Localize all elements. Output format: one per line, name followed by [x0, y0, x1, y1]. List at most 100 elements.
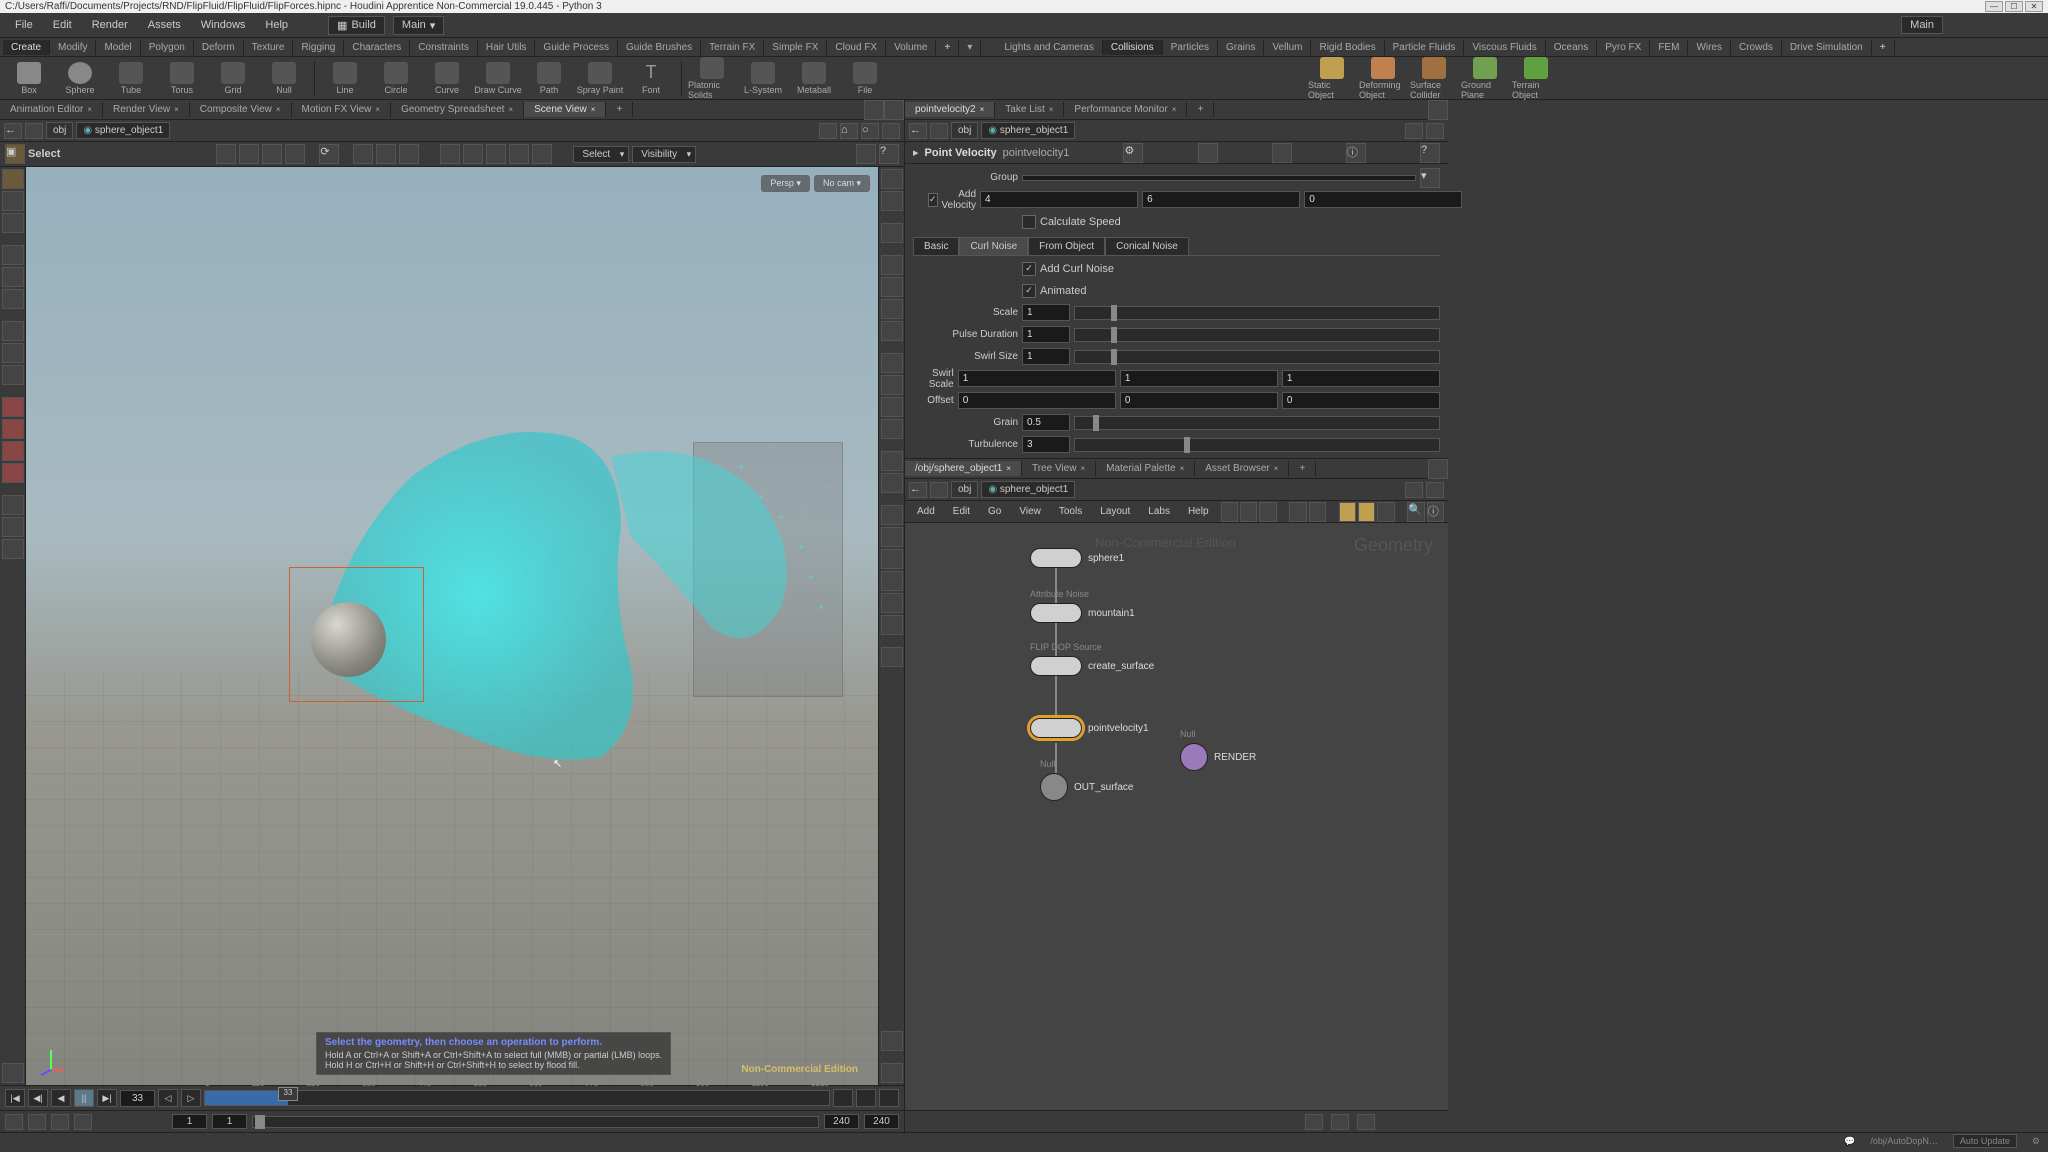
- slider-pulse[interactable]: [1074, 328, 1440, 342]
- select-icon[interactable]: [2, 169, 24, 189]
- rt-8-icon[interactable]: [881, 375, 903, 395]
- shelf-add-tab[interactable]: +: [936, 40, 959, 55]
- input-grain[interactable]: 0.5: [1022, 414, 1070, 431]
- input-offset-x[interactable]: 0: [958, 392, 1116, 409]
- tool-box[interactable]: Box: [5, 62, 53, 95]
- param-name[interactable]: pointvelocity1: [1003, 147, 1070, 159]
- param-path-node[interactable]: ◉ sphere_object1: [981, 122, 1075, 139]
- timeline-track[interactable]: 1110220 330440550 660770880 99011001210 …: [204, 1090, 830, 1106]
- tool-groundplane[interactable]: Ground Plane: [1461, 57, 1509, 100]
- playhead[interactable]: 33: [278, 1087, 298, 1101]
- menu-edit[interactable]: Edit: [43, 16, 82, 34]
- menu-render[interactable]: Render: [82, 16, 138, 34]
- rt-7-icon[interactable]: [881, 353, 903, 373]
- shelf-tab-cloudfx[interactable]: Cloud FX: [827, 40, 886, 55]
- pane-max-tr-icon[interactable]: [1428, 100, 1448, 120]
- current-frame-input[interactable]: 33: [120, 1090, 155, 1107]
- input-swirl[interactable]: 1: [1022, 348, 1070, 365]
- range-track[interactable]: [252, 1116, 819, 1128]
- snap-point-icon[interactable]: [239, 144, 259, 164]
- net-square-icon[interactable]: [1259, 502, 1276, 522]
- param-b2-icon[interactable]: [1272, 143, 1292, 163]
- tool-sphere[interactable]: Sphere: [56, 62, 104, 95]
- param-info-icon[interactable]: ⓘ: [1346, 143, 1366, 163]
- rt-13-icon[interactable]: [881, 505, 903, 525]
- persp-dropdown[interactable]: Persp ▾: [761, 175, 810, 192]
- shelf-tab-hairutils[interactable]: Hair Utils: [478, 40, 536, 55]
- rb-2-icon[interactable]: [28, 1114, 46, 1130]
- netmenu-layout[interactable]: Layout: [1092, 504, 1138, 519]
- close-button[interactable]: ✕: [2025, 1, 2043, 12]
- rt-3-icon[interactable]: [881, 255, 903, 275]
- tab-animation-editor[interactable]: Animation Editor×: [0, 102, 103, 117]
- status-opt-icon[interactable]: ⚙: [2032, 1136, 2040, 1147]
- visibility-dropdown[interactable]: Visibility: [632, 146, 696, 163]
- tool-circle[interactable]: Circle: [372, 62, 420, 95]
- range-rend-input[interactable]: 240: [824, 1114, 859, 1129]
- pin-icon[interactable]: [819, 123, 837, 139]
- shelf-tab-drivesim[interactable]: Drive Simulation: [1782, 40, 1872, 55]
- tool-torus[interactable]: Torus: [158, 62, 206, 95]
- rt-19-icon[interactable]: [881, 647, 903, 667]
- light-5-icon[interactable]: [532, 144, 552, 164]
- display-3-icon[interactable]: [399, 144, 419, 164]
- net-list-icon[interactable]: [1240, 502, 1257, 522]
- shelf-tab-particlefluids[interactable]: Particle Fluids: [1385, 40, 1465, 55]
- tl-opt1-icon[interactable]: [833, 1089, 853, 1107]
- netmenu-tools[interactable]: Tools: [1051, 504, 1090, 519]
- param-pin-icon[interactable]: [1405, 123, 1423, 139]
- param-help-icon[interactable]: ?: [1420, 143, 1440, 163]
- input-scale[interactable]: 1: [1022, 304, 1070, 321]
- ptab-curlnoise[interactable]: Curl Noise: [959, 237, 1028, 255]
- input-swirlscale-z[interactable]: 1: [1282, 370, 1440, 387]
- tab-asset-browser[interactable]: Asset Browser×: [1195, 461, 1289, 476]
- forward-button[interactable]: [25, 123, 43, 139]
- shelf-tab-vellum[interactable]: Vellum: [1264, 40, 1311, 55]
- node-pointvelocity1[interactable]: pointvelocity1: [1030, 718, 1149, 738]
- check-calcspeed[interactable]: [1022, 215, 1036, 229]
- options-icon[interactable]: [2, 1063, 24, 1083]
- param-b1-icon[interactable]: [1198, 143, 1218, 163]
- scale-icon[interactable]: [2, 289, 24, 309]
- tab-material-palette[interactable]: Material Palette×: [1096, 461, 1195, 476]
- shelf-tab-model[interactable]: Model: [96, 40, 140, 55]
- rt-4-icon[interactable]: [881, 277, 903, 297]
- netmenu-edit[interactable]: Edit: [945, 504, 978, 519]
- rt-opts-icon[interactable]: [881, 1063, 903, 1083]
- shelf-tab-simplefx[interactable]: Simple FX: [764, 40, 827, 55]
- shelf-tab-crowds[interactable]: Crowds: [1731, 40, 1782, 55]
- rt-1-icon[interactable]: [881, 169, 903, 189]
- rt-info-icon[interactable]: [881, 1031, 903, 1051]
- netmenu-add[interactable]: Add: [909, 504, 943, 519]
- pane-max-icon[interactable]: [884, 100, 904, 120]
- net-c2-icon[interactable]: [1309, 502, 1326, 522]
- shelf-tab-grains[interactable]: Grains: [1218, 40, 1264, 55]
- net-info-icon[interactable]: ⓘ: [1427, 502, 1444, 522]
- tool-spraypaint[interactable]: Spray Paint: [576, 62, 624, 95]
- light-4-icon[interactable]: [509, 144, 529, 164]
- tool-drawcurve[interactable]: Draw Curve: [474, 62, 522, 95]
- lasso-icon[interactable]: [2, 191, 24, 211]
- tool-b-icon[interactable]: [2, 343, 24, 363]
- rb-r1-icon[interactable]: [1305, 1114, 1323, 1130]
- menu-windows[interactable]: Windows: [191, 16, 256, 34]
- net-img-icon[interactable]: [1377, 502, 1394, 522]
- circle-icon[interactable]: ○: [861, 123, 879, 139]
- pane-max-br-icon[interactable]: [1428, 459, 1448, 479]
- net-path-node[interactable]: ◉ sphere_object1: [981, 481, 1075, 498]
- next-key-button[interactable]: ▷: [181, 1089, 201, 1107]
- check-animated[interactable]: ✓: [1022, 284, 1036, 298]
- light-1-icon[interactable]: [440, 144, 460, 164]
- tab-pointvelocity2[interactable]: pointvelocity2×: [905, 102, 995, 117]
- input-turb[interactable]: 3: [1022, 436, 1070, 453]
- add-tab[interactable]: +: [606, 102, 633, 117]
- gear-icon[interactable]: ⚙: [1123, 143, 1143, 163]
- check-addcurl[interactable]: ✓: [1022, 262, 1036, 276]
- shelf-tab-pyrofx[interactable]: Pyro FX: [1597, 40, 1650, 55]
- shelf-tab-deform[interactable]: Deform: [194, 40, 244, 55]
- close-icon[interactable]: ×: [87, 105, 92, 114]
- tab-scene-view[interactable]: Scene View×: [524, 102, 606, 117]
- tool-line[interactable]: Line: [321, 62, 369, 95]
- add-tab-br[interactable]: +: [1289, 461, 1316, 476]
- ptab-fromobject[interactable]: From Object: [1028, 237, 1105, 255]
